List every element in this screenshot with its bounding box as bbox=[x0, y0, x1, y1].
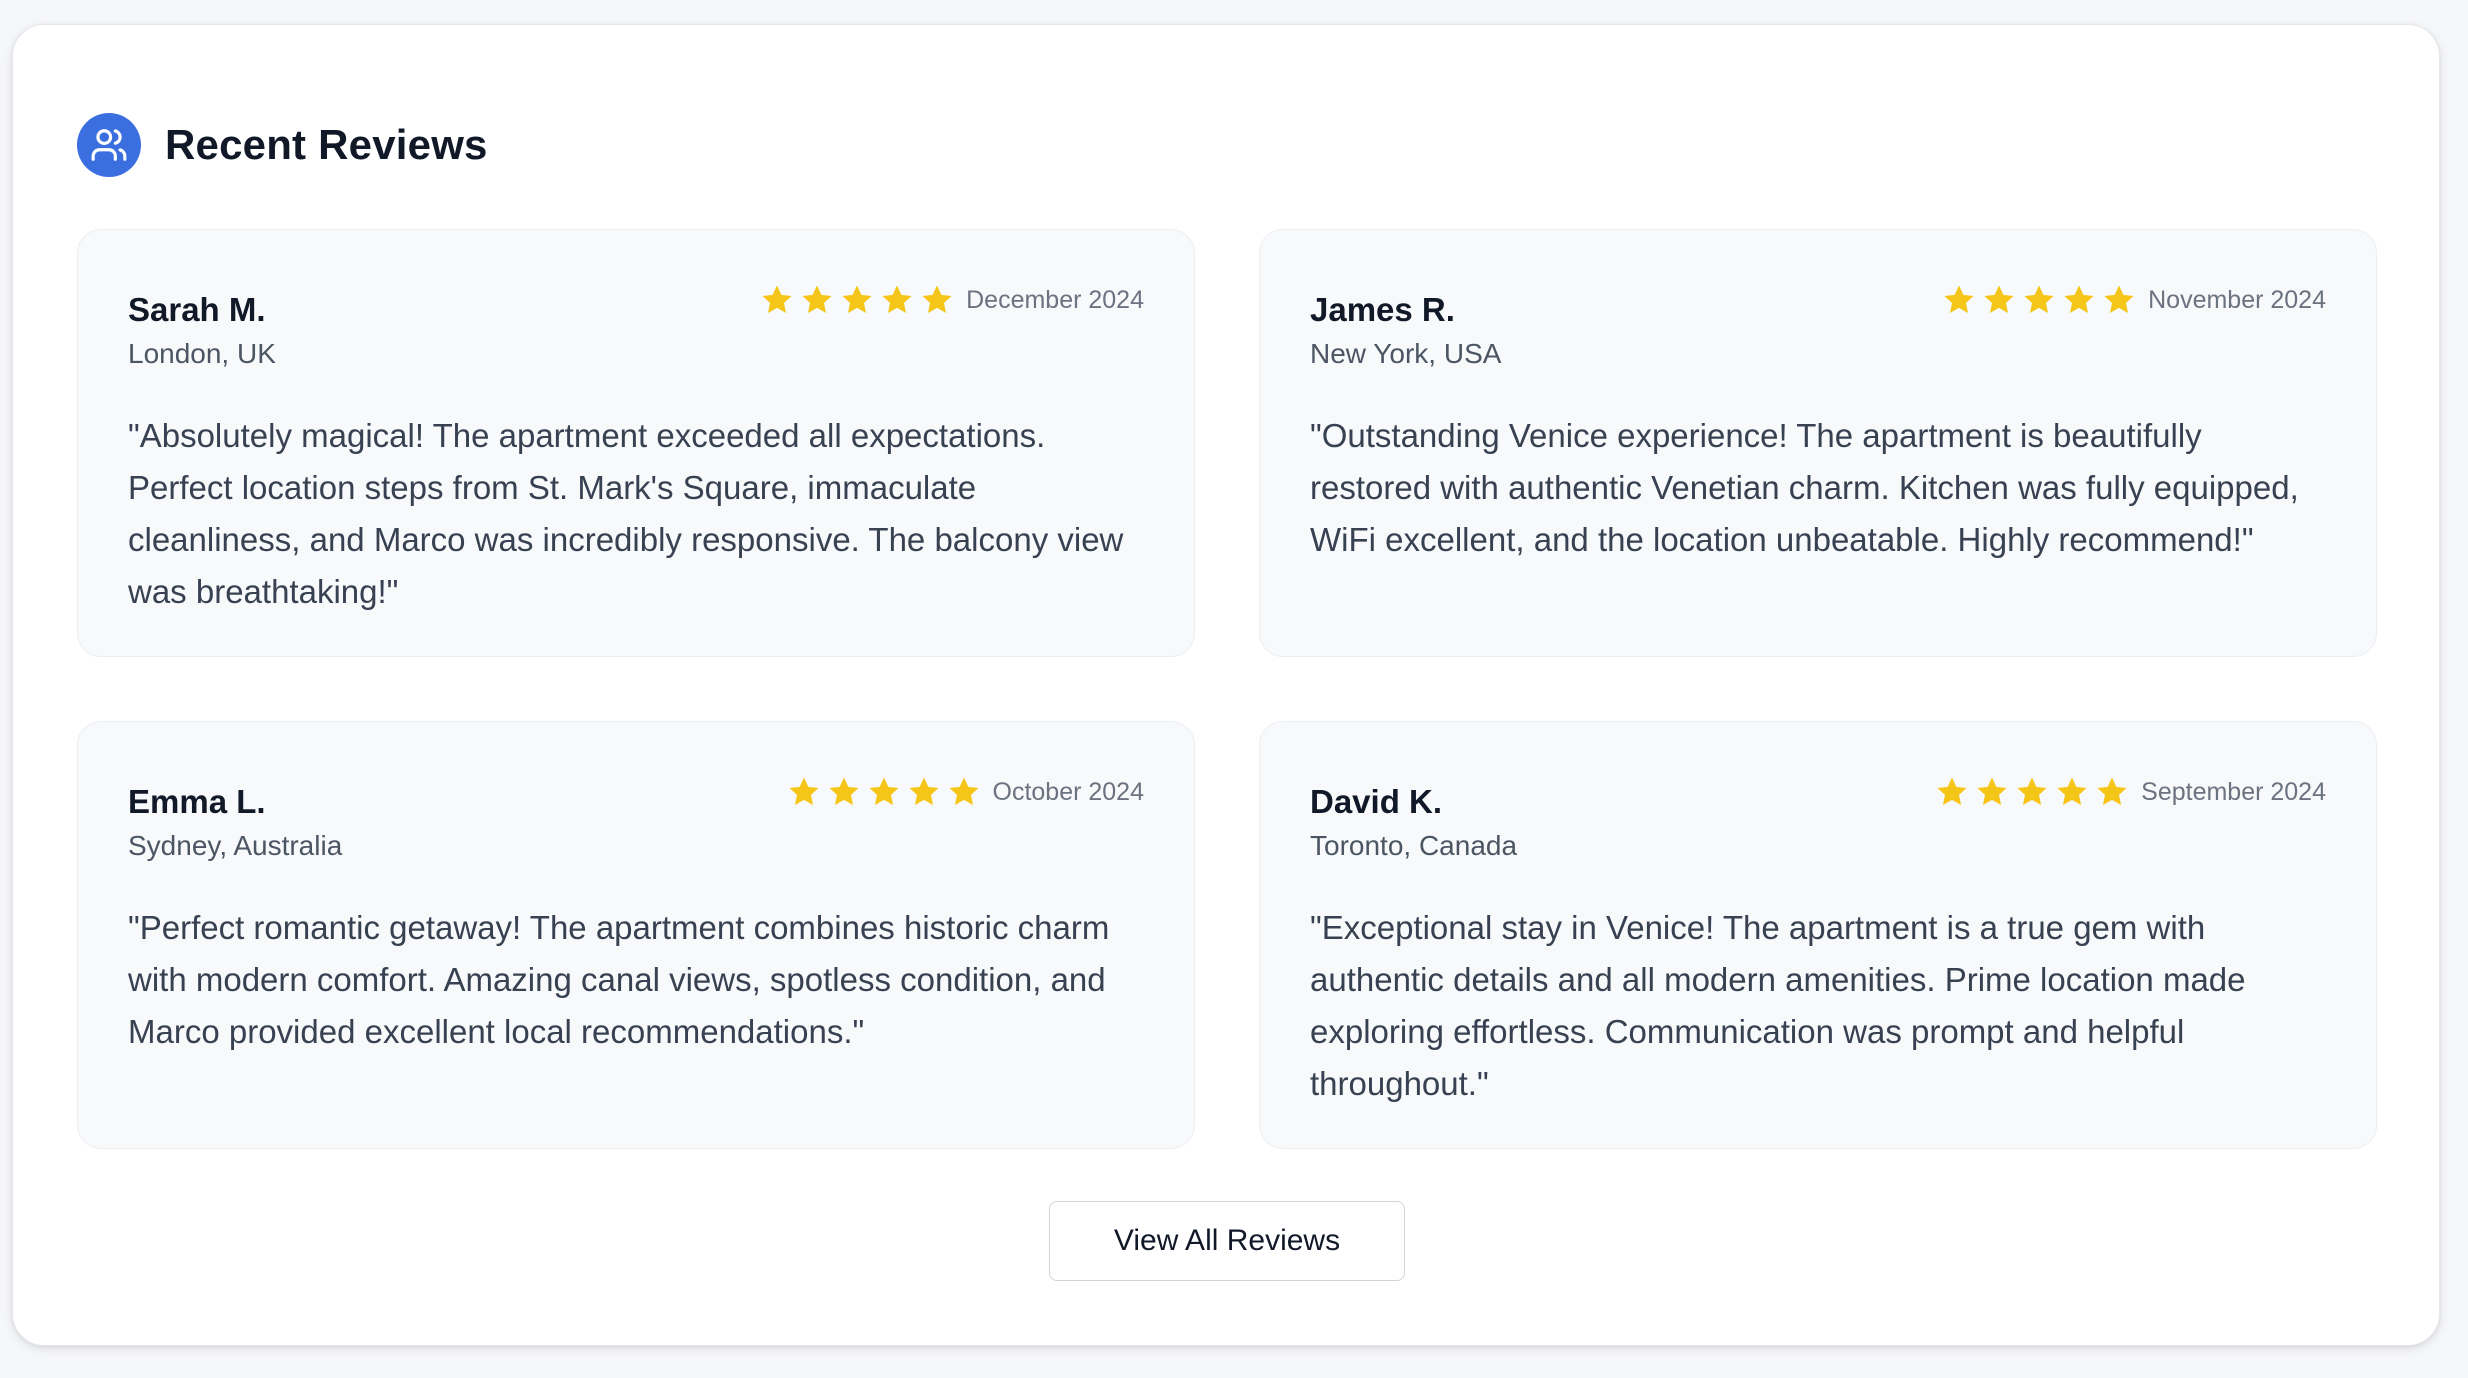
star-icon bbox=[802, 285, 832, 314]
reviewer-location: Sydney, Australia bbox=[128, 830, 343, 861]
review-card: Sarah M. London, UK December 2024 "Absol… bbox=[77, 229, 1195, 657]
star-icon bbox=[828, 777, 859, 806]
reviews-grid: Sarah M. London, UK December 2024 "Absol… bbox=[77, 229, 2377, 1149]
star-icon bbox=[788, 777, 819, 806]
reviewer-name: James R. bbox=[1310, 291, 1455, 328]
star-icon bbox=[1937, 777, 1967, 806]
review-meta: September 2024 bbox=[1935, 772, 2326, 812]
star-icon bbox=[842, 285, 872, 314]
reviewer-name: David K. bbox=[1310, 783, 1443, 820]
review-text: "Exceptional stay in Venice! The apartme… bbox=[1310, 909, 2246, 1102]
reviews-header: Recent Reviews bbox=[77, 89, 488, 201]
star-icon bbox=[2064, 285, 2094, 314]
reviewer-location: London, UK bbox=[128, 338, 276, 369]
reviewer-info: James R. New York, USA bbox=[1310, 280, 1501, 374]
review-card: James R. New York, USA November 2024 "Ou… bbox=[1259, 229, 2377, 657]
star-icon bbox=[1977, 777, 2007, 806]
reviewer-info: Sarah M. London, UK bbox=[128, 280, 276, 374]
review-date: September 2024 bbox=[2141, 778, 2326, 806]
star-icon bbox=[1944, 285, 1974, 314]
star-rating bbox=[787, 775, 985, 809]
reviews-card: Recent Reviews Sarah M. London, UK Decem… bbox=[12, 24, 2440, 1346]
reviewer-location: Toronto, Canada bbox=[1310, 830, 1518, 861]
star-icon bbox=[2097, 777, 2127, 806]
star-icon bbox=[868, 777, 899, 806]
star-icon bbox=[948, 777, 979, 806]
reviewer-name: Emma L. bbox=[128, 783, 266, 820]
review-meta: October 2024 bbox=[787, 772, 1145, 812]
star-icon bbox=[762, 285, 792, 314]
star-icon bbox=[2024, 285, 2054, 314]
reviewer-info: Emma L. Sydney, Australia bbox=[128, 772, 342, 866]
star-rating bbox=[1942, 283, 2140, 317]
review-card: David K. Toronto, Canada September 2024 … bbox=[1259, 721, 2377, 1149]
review-date: October 2024 bbox=[992, 778, 1145, 806]
star-icon bbox=[922, 285, 952, 314]
reviewer-name: Sarah M. bbox=[128, 291, 266, 328]
reviewer-info: David K. Toronto, Canada bbox=[1310, 772, 1517, 866]
review-text: "Perfect romantic getaway! The apartment… bbox=[128, 909, 1110, 1050]
users-icon bbox=[77, 113, 141, 177]
review-date: November 2024 bbox=[2148, 286, 2326, 314]
star-icon bbox=[882, 285, 912, 314]
star-icon bbox=[2057, 777, 2087, 806]
star-rating bbox=[1935, 775, 2133, 809]
star-icon bbox=[2104, 285, 2134, 314]
star-rating bbox=[760, 283, 958, 317]
review-text: "Absolutely magical! The apartment excee… bbox=[128, 417, 1124, 610]
review-date: December 2024 bbox=[966, 286, 1144, 314]
star-icon bbox=[1984, 285, 2014, 314]
review-meta: November 2024 bbox=[1942, 280, 2326, 320]
star-icon bbox=[2017, 777, 2047, 806]
review-card: Emma L. Sydney, Australia October 2024 "… bbox=[77, 721, 1195, 1149]
review-meta: December 2024 bbox=[760, 280, 1144, 320]
reviewer-location: New York, USA bbox=[1310, 338, 1502, 369]
view-all-reviews-button[interactable]: View All Reviews bbox=[1049, 1201, 1405, 1281]
review-text: "Outstanding Venice experience! The apar… bbox=[1310, 417, 2299, 558]
section-title: Recent Reviews bbox=[165, 121, 488, 168]
star-icon bbox=[908, 777, 939, 806]
